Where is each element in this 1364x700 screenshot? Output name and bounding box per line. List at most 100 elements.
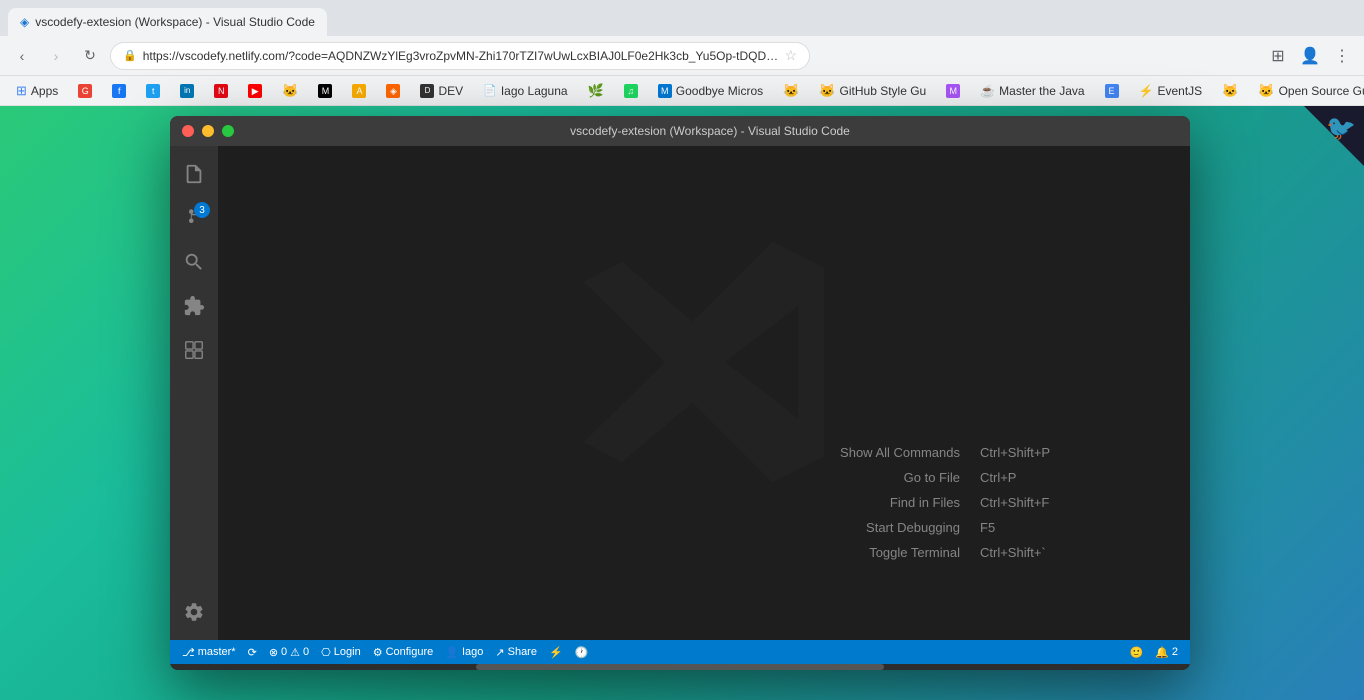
status-login[interactable]: ⎔ Login	[317, 640, 365, 664]
iago-icon: 📄	[483, 84, 497, 97]
extensions-activity-icon[interactable]	[174, 286, 214, 326]
lock-icon: 🔒	[123, 49, 137, 62]
medium2-icon: M	[946, 84, 960, 98]
horizontal-scrollbar[interactable]	[170, 664, 1190, 670]
bookmark-gmail[interactable]: G	[70, 82, 100, 100]
bookmark-leaf[interactable]: 🌿	[580, 81, 612, 101]
status-login-text: Login	[334, 646, 361, 658]
linkedin-icon: in	[180, 84, 194, 98]
bookmark-twitter[interactable]: t	[138, 82, 168, 100]
twitter-icon: t	[146, 84, 160, 98]
close-dot[interactable]	[182, 125, 194, 137]
settings-activity-icon[interactable]	[174, 592, 214, 632]
url-text: https://vscodefy.netlify.com/?code=AQDNZ…	[143, 49, 779, 63]
bookmark-star-icon[interactable]: ☆	[784, 47, 797, 64]
vscode-statusbar: ⎇ master* ⟳ ⊗ 0 ⚠ 0 ⎔ Login ⚙	[170, 640, 1190, 664]
status-clock[interactable]: 🕐	[571, 640, 593, 664]
status-lightning[interactable]: ⚡	[545, 640, 567, 664]
back-button[interactable]: ‹	[8, 42, 36, 70]
netflix-icon: N	[214, 84, 228, 98]
goodbye-icon: M	[658, 84, 672, 98]
warning-icon: ⚠	[290, 646, 300, 659]
leaf-icon: 🌿	[588, 83, 604, 99]
status-bell[interactable]: 🔔 2	[1151, 640, 1182, 664]
warning-count: 0	[303, 646, 309, 658]
cmd-show-all-shortcut: Ctrl+Shift+P	[980, 445, 1070, 460]
git-activity-icon[interactable]: 3	[174, 198, 214, 238]
minimize-dot[interactable]	[202, 125, 214, 137]
status-share[interactable]: ↗ Share	[491, 640, 541, 664]
maximize-dot[interactable]	[222, 125, 234, 137]
forward-button[interactable]: ›	[42, 42, 70, 70]
vscode-window: vscodefy-extesion (Workspace) - Visual S…	[170, 116, 1190, 670]
bookmark-apps[interactable]: ⊞ Apps	[8, 81, 66, 101]
bookmark-github-style[interactable]: 🐱 GitHub Style Gu	[811, 81, 934, 101]
status-smiley[interactable]: 🙂	[1125, 640, 1147, 664]
bookmark-dev[interactable]: D DEV	[412, 82, 471, 100]
status-errors[interactable]: ⊗ 0 ⚠ 0	[265, 640, 313, 664]
bookmark-linkedin[interactable]: in	[172, 82, 202, 100]
active-tab[interactable]: ◈ vscodefy-extesion (Workspace) - Visual…	[8, 8, 327, 36]
bookmark-iago-label: Iago Laguna	[501, 84, 568, 98]
eventjs-icon: ⚡	[1139, 84, 1154, 98]
search-activity-icon[interactable]	[174, 242, 214, 282]
profile-icon[interactable]: 👤	[1296, 42, 1324, 70]
bookmark-analytics[interactable]: A	[344, 82, 374, 100]
bookmark-github3[interactable]: 🐱	[1214, 81, 1246, 101]
editor-area: Show All Commands Ctrl+Shift+P Go to Fil…	[218, 146, 1190, 640]
status-configure[interactable]: ⚙ Configure	[369, 640, 438, 664]
bookmark-github1[interactable]: 🐱	[274, 81, 306, 101]
bookmark-medium2[interactable]: M	[938, 82, 968, 100]
menu-icon[interactable]: ⋮	[1328, 42, 1356, 70]
cmd-goto-shortcut: Ctrl+P	[980, 470, 1070, 485]
sync-icon: ⟳	[248, 646, 257, 659]
bookmark-github2[interactable]: 🐱	[775, 81, 807, 101]
bookmark-goodbye-label: Goodbye Micros	[676, 84, 763, 98]
bookmark-eventjs-icon[interactable]: E	[1097, 82, 1127, 100]
bookmark-netflix[interactable]: N	[206, 82, 236, 100]
bird-icon: 🐦	[1326, 114, 1356, 143]
window-title: vscodefy-extesion (Workspace) - Visual S…	[242, 124, 1178, 138]
bookmark-goodbye[interactable]: M Goodbye Micros	[650, 82, 771, 100]
bookmark-eventjs-label: EventJS	[1158, 84, 1203, 98]
github1-icon: 🐱	[282, 83, 298, 99]
bookmark-iago[interactable]: 📄 Iago Laguna	[475, 82, 575, 100]
address-bar: ‹ › ↻ 🔒 https://vscodefy.netlify.com/?co…	[0, 36, 1364, 76]
bell-icon: 🔔	[1155, 646, 1169, 659]
status-share-text: Share	[508, 646, 537, 658]
bookmark-medium1[interactable]: M	[310, 82, 340, 100]
status-sync[interactable]: ⟳	[244, 640, 261, 664]
analytics-icon: A	[352, 84, 366, 98]
bookmark-spotify[interactable]: ♫	[616, 82, 646, 100]
bookmark-apps-label: Apps	[31, 84, 58, 98]
notion-icon: ◈	[386, 84, 400, 98]
url-bar[interactable]: 🔒 https://vscodefy.netlify.com/?code=AQD…	[110, 42, 810, 70]
bookmark-java[interactable]: ☕ Master the Java	[972, 82, 1092, 100]
git-badge: 3	[194, 202, 210, 218]
bookmark-github-style-label: GitHub Style Gu	[840, 84, 927, 98]
github2-icon: 🐱	[783, 83, 799, 99]
remote-activity-icon[interactable]	[174, 330, 214, 370]
command-row-2: Go to File Ctrl+P	[840, 470, 1070, 485]
reload-button[interactable]: ↻	[76, 42, 104, 70]
vscode-body: 3	[170, 146, 1190, 640]
bookmark-youtube[interactable]: ▶	[240, 82, 270, 100]
youtube-icon: ▶	[248, 84, 262, 98]
error-count: 0	[281, 646, 287, 658]
status-branch[interactable]: ⎇ master*	[178, 640, 240, 664]
cmd-goto-label: Go to File	[904, 470, 960, 485]
bookmark-eventjs[interactable]: ⚡ EventJS	[1131, 82, 1211, 100]
bookmark-notion[interactable]: ◈	[378, 82, 408, 100]
medium1-icon: M	[318, 84, 332, 98]
java-icon: ☕	[980, 84, 995, 98]
bookmark-opensource[interactable]: 🐱 Open Source Gu	[1250, 81, 1364, 101]
github3-icon: 🐱	[1222, 83, 1238, 99]
status-user[interactable]: 👤 Iago	[441, 640, 487, 664]
cmd-debug-label: Start Debugging	[866, 520, 960, 535]
files-activity-icon[interactable]	[174, 154, 214, 194]
eventjs-e-icon: E	[1105, 84, 1119, 98]
extensions-toolbar-icon[interactable]: ⊞	[1264, 42, 1292, 70]
bookmark-facebook[interactable]: f	[104, 82, 134, 100]
branch-icon: ⎇	[182, 646, 195, 659]
dev-icon: D	[420, 84, 434, 98]
